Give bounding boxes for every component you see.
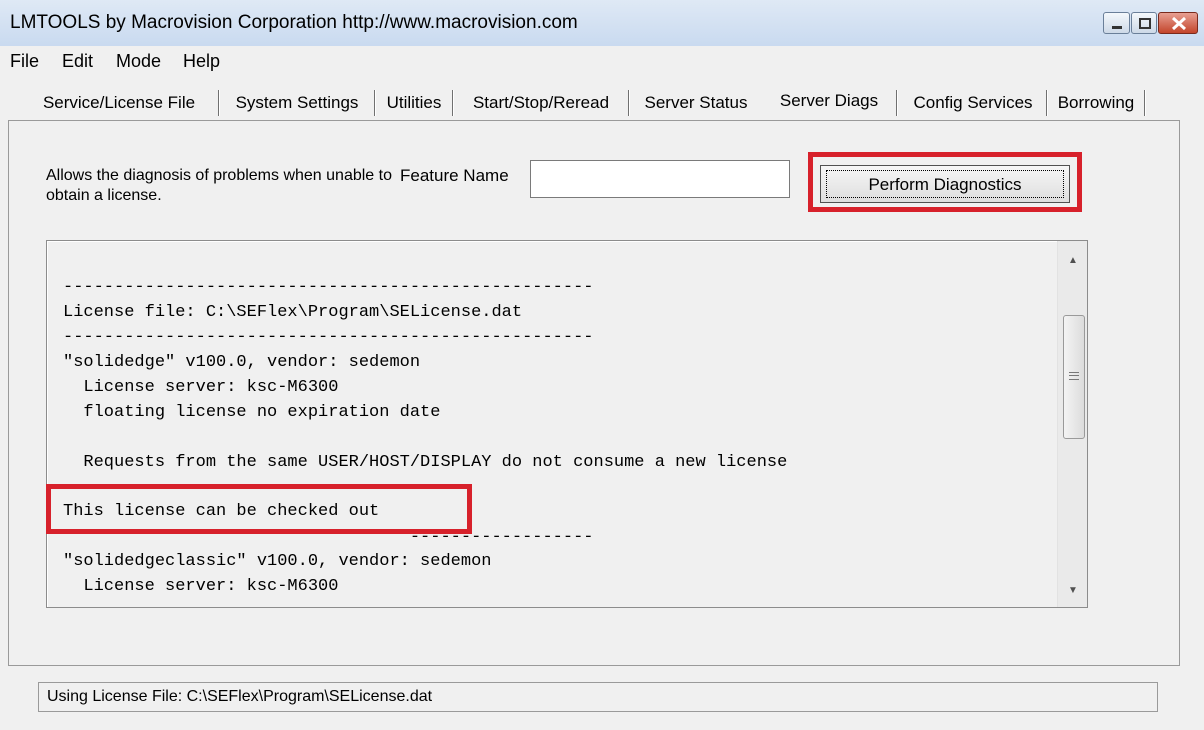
menu-bar: File Edit Mode Help — [0, 46, 1204, 76]
scroll-up-arrow-icon[interactable]: ▲ — [1058, 247, 1087, 275]
output-line: "solidedgeclassic" v100.0, vendor: sedem… — [63, 552, 492, 571]
scrollbar-thumb[interactable] — [1063, 315, 1085, 439]
output-line: License server: ksc-M6300 — [63, 378, 339, 397]
highlight-box-checked-out — [46, 484, 472, 534]
minimize-icon — [1112, 26, 1122, 29]
menu-mode[interactable]: Mode — [116, 51, 161, 72]
menu-file[interactable]: File — [10, 51, 39, 72]
scroll-down-arrow-icon[interactable]: ▼ — [1058, 577, 1087, 605]
menu-help[interactable]: Help — [183, 51, 220, 72]
feature-name-label: Feature Name — [400, 166, 509, 185]
tab-separator — [452, 90, 454, 116]
perform-diagnostics-label: Perform Diagnostics — [826, 170, 1064, 198]
maximize-icon — [1139, 18, 1151, 29]
tab-separator — [1046, 90, 1048, 116]
tab-utilities[interactable]: Utilities — [378, 88, 450, 118]
close-button[interactable] — [1158, 12, 1198, 34]
output-line: "solidedge" v100.0, vendor: sedemon — [63, 353, 421, 372]
tab-system-settings[interactable]: System Settings — [222, 88, 372, 118]
window-title: LMTOOLS by Macrovision Corporation http:… — [10, 12, 578, 33]
minimize-button[interactable] — [1103, 12, 1130, 34]
tab-start-stop-reread[interactable]: Start/Stop/Reread — [456, 88, 626, 118]
tab-separator — [896, 90, 898, 116]
diagnostics-output[interactable]: ----------------------------------------… — [46, 240, 1088, 608]
maximize-button[interactable] — [1131, 12, 1157, 34]
output-line: Requests from the same USER/HOST/DISPLAY… — [63, 453, 788, 472]
output-text-area[interactable]: ----------------------------------------… — [47, 241, 1057, 607]
tab-separator — [374, 90, 376, 116]
tab-separator — [218, 90, 220, 116]
perform-diagnostics-button[interactable]: Perform Diagnostics — [820, 165, 1070, 203]
tab-server-diags[interactable]: Server Diags — [764, 84, 894, 120]
output-line: ----------------------------------------… — [63, 328, 594, 347]
output-line: floating license no expiration date — [63, 403, 441, 422]
diag-description: Allows the diagnosis of problems when un… — [46, 167, 392, 204]
close-icon — [1171, 16, 1187, 31]
menu-edit[interactable]: Edit — [62, 51, 93, 72]
grip-icon — [1069, 372, 1079, 380]
window-frame — [0, 76, 8, 730]
status-bar: Using License File: C:\SEFlex\Program\SE… — [38, 682, 1158, 712]
tab-config-services[interactable]: Config Services — [900, 88, 1046, 118]
tab-strip: Service/License File System Settings Uti… — [18, 84, 1158, 122]
output-line: License file: C:\SEFlex\Program\SELicens… — [63, 303, 523, 322]
tab-separator — [1144, 90, 1146, 116]
tab-separator — [628, 90, 630, 116]
tab-server-status[interactable]: Server Status — [632, 88, 760, 118]
output-line: License server: ksc-M6300 — [63, 577, 339, 596]
feature-name-input[interactable] — [530, 160, 790, 198]
output-scrollbar[interactable]: ▲ ▼ — [1057, 241, 1087, 607]
title-bar: LMTOOLS by Macrovision Corporation http:… — [0, 0, 1204, 46]
tab-service-license-file[interactable]: Service/License File — [24, 88, 214, 118]
output-line: ----------------------------------------… — [63, 278, 594, 297]
tab-borrowing[interactable]: Borrowing — [1050, 88, 1142, 118]
